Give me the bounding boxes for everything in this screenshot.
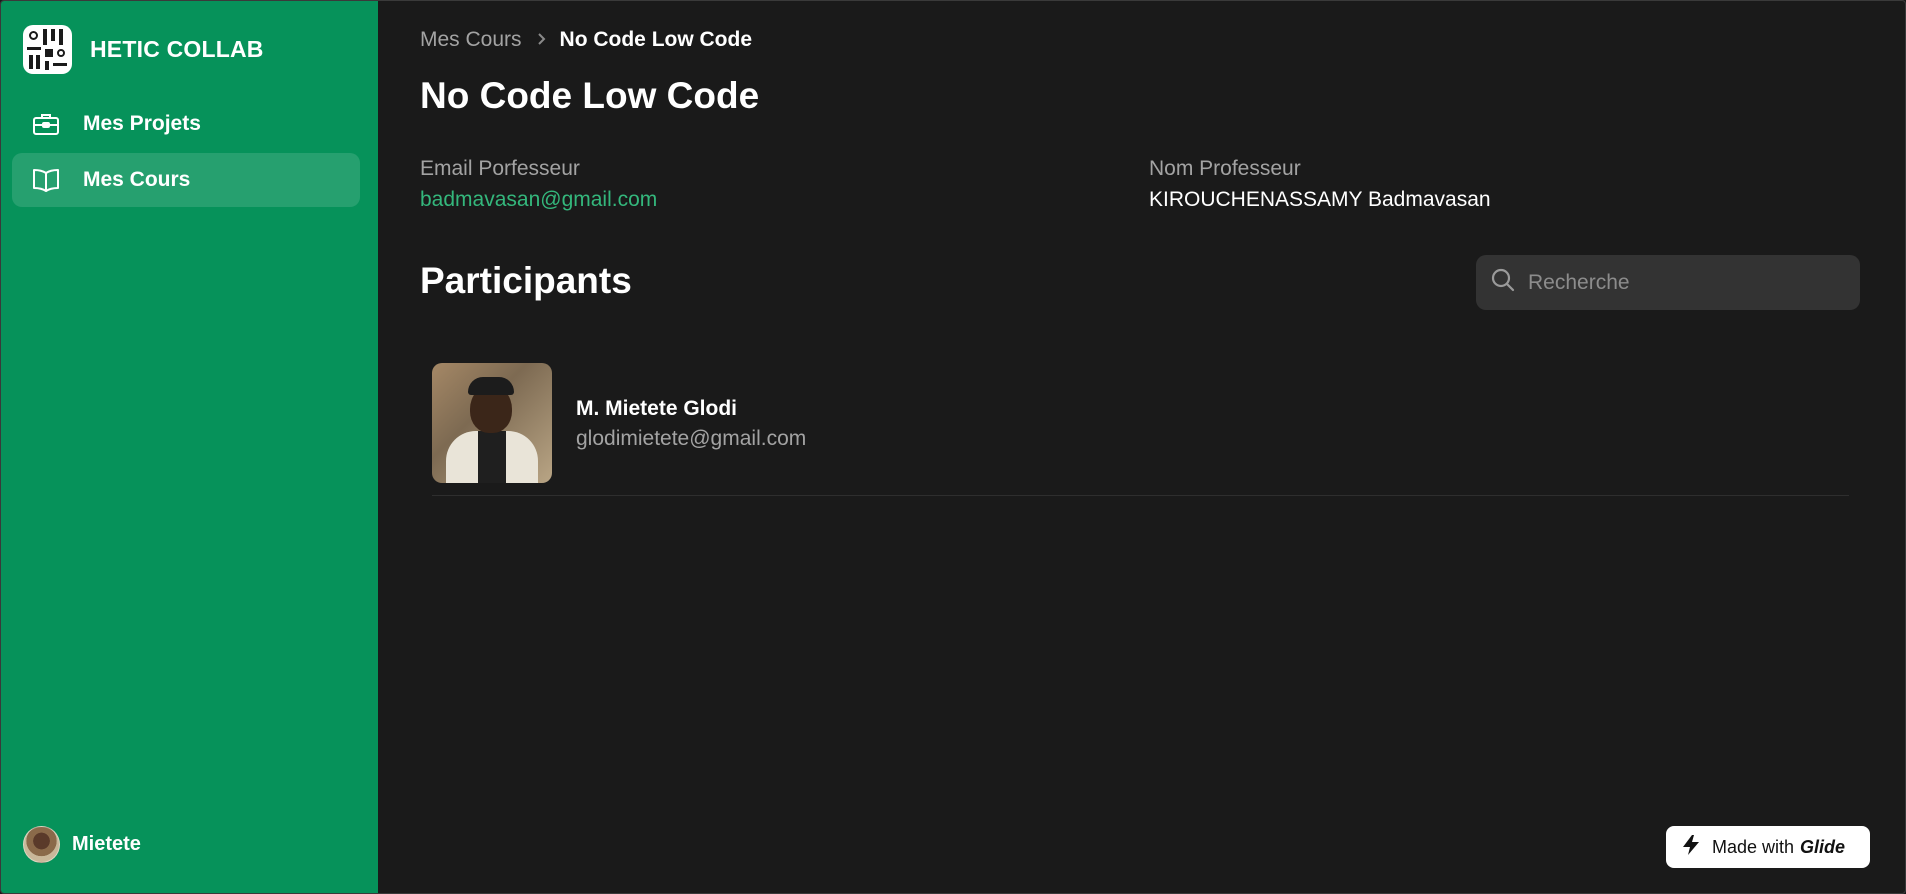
breadcrumb-current: No Code Low Code: [559, 28, 753, 51]
briefcase-icon: [31, 109, 61, 139]
sidebar-item-mes-cours[interactable]: Mes Cours: [12, 153, 360, 207]
app-name: HETIC COLLAB: [90, 36, 264, 62]
app-logo-icon: [23, 25, 72, 74]
list-item[interactable]: M. Mietete Glodi glodimietete@gmail.com: [432, 363, 1849, 496]
email-professor-link[interactable]: badmavasan@gmail.com: [420, 188, 657, 212]
page-title: No Code Low Code: [420, 75, 760, 116]
user-profile[interactable]: Mietete: [23, 826, 141, 863]
breadcrumb: Mes Cours No Code Low Code: [420, 28, 752, 52]
chevron-right-icon: [536, 30, 546, 51]
search-input[interactable]: [1528, 270, 1828, 295]
made-with-glide-badge[interactable]: Made with Glide: [1666, 826, 1870, 868]
name-professor-field: Nom Professeur KIROUCHENASSAMY Badmavasa…: [1149, 157, 1491, 212]
book-open-icon: [31, 165, 61, 195]
participants-title: Participants: [420, 260, 632, 301]
glide-bolt-icon: [1680, 834, 1702, 861]
search-box[interactable]: [1476, 255, 1860, 310]
participant-email: glodimietete@gmail.com: [576, 427, 807, 450]
email-professor-label: Email Porfesseur: [420, 157, 580, 180]
avatar: [23, 826, 60, 863]
user-name: Mietete: [72, 833, 141, 855]
sidebar-item-mes-projets[interactable]: Mes Projets: [12, 97, 360, 151]
sidebar-item-label: Mes Cours: [83, 168, 191, 191]
email-professor-field: Email Porfesseur badmavasan@gmail.com: [420, 157, 657, 212]
app-window: HETIC COLLAB Mes Projets Mes Cours Miete…: [0, 0, 1906, 894]
badge-brand: Glide: [1800, 836, 1846, 857]
search-icon: [1490, 267, 1516, 298]
sidebar-item-label: Mes Projets: [83, 112, 201, 135]
breadcrumb-parent-link[interactable]: Mes Cours: [420, 28, 522, 52]
main-content: Mes Cours No Code Low Code No Code Low C…: [378, 1, 1905, 893]
name-professor-label: Nom Professeur: [1149, 157, 1301, 180]
name-professor-value: KIROUCHENASSAMY Badmavasan: [1149, 188, 1491, 211]
participant-photo: [432, 363, 552, 483]
badge-prefix: Made with: [1712, 836, 1795, 857]
brand[interactable]: HETIC COLLAB: [23, 25, 264, 74]
participant-name: M. Mietete Glodi: [576, 397, 738, 420]
sidebar: HETIC COLLAB Mes Projets Mes Cours Miete…: [1, 1, 378, 893]
